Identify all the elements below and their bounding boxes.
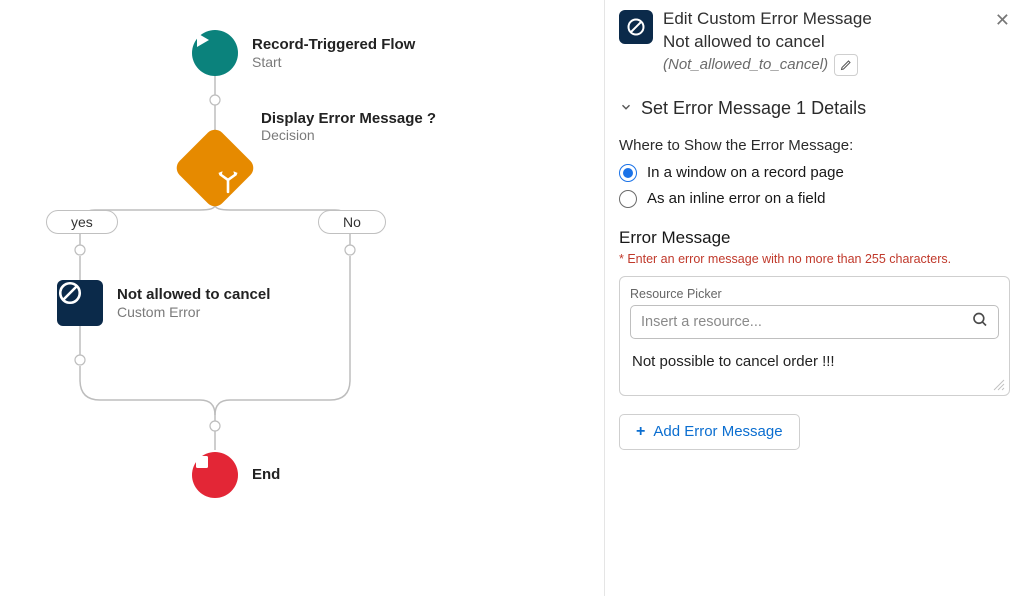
section-toggle[interactable]: Set Error Message 1 Details [619,98,1010,119]
radio-icon-unselected [619,190,637,208]
error-icon [57,280,103,326]
node-end[interactable]: End [192,452,280,498]
error-subtitle: Custom Error [117,304,270,320]
search-icon [971,310,989,333]
radio-window-label: In a window on a record page [647,164,844,181]
panel-api-name: (Not_allowed_to_cancel) [663,55,828,75]
panel-header-icon [619,10,653,44]
decision-icon [173,126,258,211]
play-icon [192,30,238,76]
required-hint: * Enter an error message with no more th… [619,252,1010,266]
error-message-heading: Error Message [619,228,1010,248]
where-label: Where to Show the Error Message: [619,137,1010,154]
radio-window[interactable]: In a window on a record page [619,164,1010,182]
panel-title-2: Not allowed to cancel [663,31,872,54]
branch-pill-no[interactable]: No [318,210,386,234]
add-error-message-button[interactable]: + Add Error Message [619,414,800,450]
flow-canvas: Record-Triggered Flow Start Display [0,0,604,596]
error-message-box: Resource Picker Not possible to cancel o… [619,276,1010,396]
branch-no-label: No [343,214,361,230]
panel-title-1: Edit Custom Error Message [663,8,872,31]
branch-pill-yes[interactable]: yes [46,210,118,234]
panel-header: Edit Custom Error Message Not allowed to… [619,8,1010,76]
decision-title: Display Error Message ? [261,110,436,127]
node-custom-error[interactable]: Not allowed to cancel Custom Error [57,280,270,326]
branch-yes-label: yes [71,214,93,230]
radio-inline-label: As an inline error on a field [647,190,825,207]
chevron-down-icon [619,98,633,119]
start-subtitle: Start [252,54,415,70]
plus-icon: + [636,423,645,441]
add-button-label: Add Error Message [653,423,782,440]
resource-picker-input[interactable] [630,305,999,339]
stop-icon [192,452,238,498]
radio-icon-selected [619,164,637,182]
close-button[interactable]: ✕ [995,10,1010,31]
resource-picker-label: Resource Picker [630,287,999,301]
decision-subtitle: Decision [261,127,436,143]
node-start[interactable]: Record-Triggered Flow Start [192,30,415,76]
edit-api-name-button[interactable] [834,54,858,76]
section-title: Set Error Message 1 Details [641,98,866,119]
error-message-text[interactable]: Not possible to cancel order !!! [630,339,999,393]
start-title: Record-Triggered Flow [252,36,415,53]
property-panel: ✕ Edit Custom Error Message Not allowed … [604,0,1024,596]
end-title: End [252,466,280,483]
radio-inline[interactable]: As an inline error on a field [619,190,1010,208]
node-decision[interactable]: Display Error Message ? Decision [185,138,436,198]
error-title: Not allowed to cancel [117,286,270,303]
